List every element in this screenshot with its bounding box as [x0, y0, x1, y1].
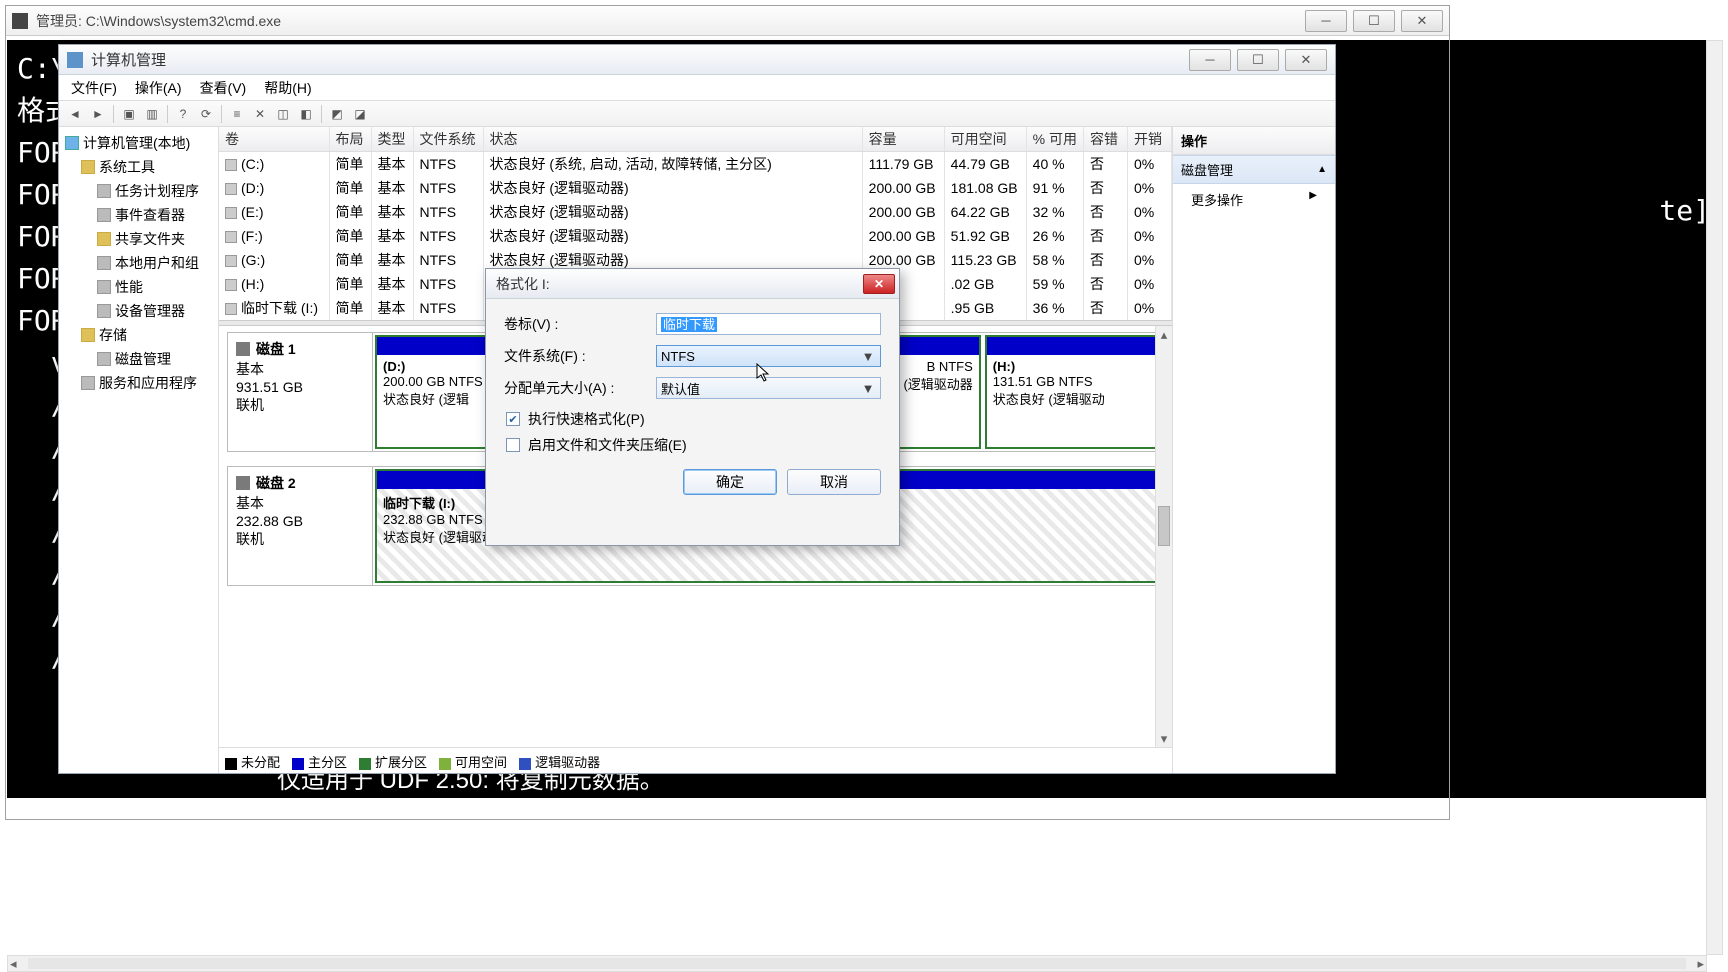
- col-volume[interactable]: 卷: [219, 127, 329, 152]
- col-overhead[interactable]: 开销: [1128, 127, 1172, 152]
- col-status[interactable]: 状态: [483, 127, 862, 152]
- label-filesystem: 文件系统(F) :: [504, 346, 656, 366]
- tool-list[interactable]: ≡: [227, 104, 247, 124]
- tool-back[interactable]: ◄: [65, 104, 85, 124]
- ok-button[interactable]: 确定: [683, 469, 777, 495]
- tree-disk-management[interactable]: 磁盘管理: [61, 347, 216, 371]
- combo-filesystem[interactable]: NTFS▼: [656, 345, 881, 367]
- col-capacity[interactable]: 容量: [862, 127, 944, 152]
- mgmt-title-text: 计算机管理: [91, 49, 1189, 70]
- format-titlebar: 格式化 I: ✕: [486, 269, 899, 299]
- tree-event-viewer[interactable]: 事件查看器: [61, 203, 216, 227]
- tree-shared-folders[interactable]: 共享文件夹: [61, 227, 216, 251]
- label-volume: 卷标(V) :: [504, 314, 656, 334]
- actions-group-diskmgmt[interactable]: 磁盘管理▲: [1173, 155, 1335, 184]
- tool-refresh[interactable]: ⟳: [196, 104, 216, 124]
- tool-delete[interactable]: ✕: [250, 104, 270, 124]
- tree-performance[interactable]: 性能: [61, 275, 216, 299]
- checkbox-compress[interactable]: 启用文件和文件夹压缩(E): [504, 435, 881, 455]
- vertical-scrollbar-outer[interactable]: [1706, 40, 1723, 955]
- tree-device-manager[interactable]: 设备管理器: [61, 299, 216, 323]
- table-row[interactable]: (D:)简单基本NTFS状态良好 (逻辑驱动器)200.00 GB181.08 …: [219, 176, 1172, 200]
- cmd-title: 管理员: C:\Windows\system32\cmd.exe: [36, 11, 1305, 31]
- actions-pane: 操作 磁盘管理▲ 更多操作▶: [1173, 127, 1335, 773]
- col-pct[interactable]: % 可用: [1026, 127, 1083, 152]
- col-fault[interactable]: 容错: [1084, 127, 1128, 152]
- cancel-button[interactable]: 取消: [787, 469, 881, 495]
- table-header-row: 卷 布局 类型 文件系统 状态 容量 可用空间 % 可用 容错 开销: [219, 127, 1172, 152]
- scrollbar-thumb[interactable]: [1158, 506, 1170, 546]
- combo-allocation[interactable]: 默认值▼: [656, 377, 881, 399]
- checkbox-quick-format[interactable]: ✔ 执行快速格式化(P): [504, 409, 881, 429]
- tree-root[interactable]: 计算机管理(本地): [61, 131, 216, 155]
- disk-map-scrollbar[interactable]: ▴ ▾: [1155, 326, 1172, 747]
- check-icon: ✔: [506, 412, 520, 426]
- table-row[interactable]: (F:)简单基本NTFS状态良好 (逻辑驱动器)200.00 GB51.92 G…: [219, 224, 1172, 248]
- mgmt-icon: [67, 52, 83, 68]
- cmd-maximize-button[interactable]: ☐: [1353, 10, 1395, 32]
- actions-more[interactable]: 更多操作▶: [1173, 184, 1335, 215]
- tool-item4[interactable]: ◪: [350, 104, 370, 124]
- mgmt-toolbar: ◄ ► ▣ ▥ ? ⟳ ≡ ✕ ◫ ◧ ◩ ◪: [59, 101, 1335, 127]
- tool-props[interactable]: ▥: [142, 104, 162, 124]
- mgmt-menu: 文件(F) 操作(A) 查看(V) 帮助(H): [59, 75, 1335, 101]
- tool-item1[interactable]: ◫: [273, 104, 293, 124]
- format-title-text: 格式化 I:: [496, 274, 863, 294]
- mgmt-titlebar: 计算机管理 ─ ☐ ✕: [59, 45, 1335, 75]
- tree-task-scheduler[interactable]: 任务计划程序: [61, 179, 216, 203]
- cmd-minimize-button[interactable]: ─: [1305, 10, 1347, 32]
- menu-action[interactable]: 操作(A): [131, 76, 186, 100]
- cmd-titlebar: 管理员: C:\Windows\system32\cmd.exe ─ ☐ ✕: [6, 6, 1449, 36]
- horizontal-scrollbar[interactable]: ◂▸: [7, 955, 1707, 972]
- col-free[interactable]: 可用空间: [944, 127, 1026, 152]
- mgmt-close-button[interactable]: ✕: [1285, 49, 1327, 71]
- menu-help[interactable]: 帮助(H): [260, 76, 315, 100]
- format-dialog: 格式化 I: ✕ 卷标(V) : 临时下载 文件系统(F) : NTFS▼ 分配…: [485, 268, 900, 546]
- cmd-close-button[interactable]: ✕: [1401, 10, 1443, 32]
- tree-system-tools[interactable]: 系统工具: [61, 155, 216, 179]
- cmd-right-text: te]: [1659, 190, 1710, 232]
- tool-item2[interactable]: ◧: [296, 104, 316, 124]
- partition-h[interactable]: (H:) 131.51 GB NTFS 状态良好 (逻辑驱动: [985, 335, 1161, 449]
- format-close-button[interactable]: ✕: [863, 274, 895, 294]
- check-icon-empty: [506, 438, 520, 452]
- cmd-icon: [12, 13, 28, 29]
- tool-item3[interactable]: ◩: [327, 104, 347, 124]
- tree-storage[interactable]: 存储: [61, 323, 216, 347]
- tree-local-users[interactable]: 本地用户和组: [61, 251, 216, 275]
- chevron-down-icon: ▼: [860, 349, 876, 364]
- disk-2-label[interactable]: 磁盘 2 基本 232.88 GB 联机: [228, 467, 373, 585]
- tree-services-apps[interactable]: 服务和应用程序: [61, 371, 216, 395]
- tool-help[interactable]: ?: [173, 104, 193, 124]
- tree-pane: 计算机管理(本地) 系统工具 任务计划程序 事件查看器 共享文件夹 本地用户和组…: [59, 127, 219, 773]
- tool-up[interactable]: ▣: [119, 104, 139, 124]
- tool-forward[interactable]: ►: [88, 104, 108, 124]
- table-row[interactable]: (C:)简单基本NTFS状态良好 (系统, 启动, 活动, 故障转储, 主分区)…: [219, 152, 1172, 177]
- label-allocation: 分配单元大小(A) :: [504, 378, 656, 398]
- input-volume-label[interactable]: 临时下载: [656, 313, 881, 335]
- actions-header: 操作: [1173, 127, 1335, 155]
- col-fs[interactable]: 文件系统: [413, 127, 483, 152]
- table-row[interactable]: (E:)简单基本NTFS状态良好 (逻辑驱动器)200.00 GB64.22 G…: [219, 200, 1172, 224]
- menu-view[interactable]: 查看(V): [196, 76, 251, 100]
- mgmt-maximize-button[interactable]: ☐: [1237, 49, 1279, 71]
- legend: 未分配 主分区 扩展分区 可用空间 逻辑驱动器: [219, 747, 1172, 773]
- mgmt-minimize-button[interactable]: ─: [1189, 49, 1231, 71]
- col-layout[interactable]: 布局: [329, 127, 371, 152]
- menu-file[interactable]: 文件(F): [67, 76, 121, 100]
- col-type[interactable]: 类型: [371, 127, 413, 152]
- disk-1-label[interactable]: 磁盘 1 基本 931.51 GB 联机: [228, 333, 373, 451]
- chevron-down-icon: ▼: [860, 381, 876, 396]
